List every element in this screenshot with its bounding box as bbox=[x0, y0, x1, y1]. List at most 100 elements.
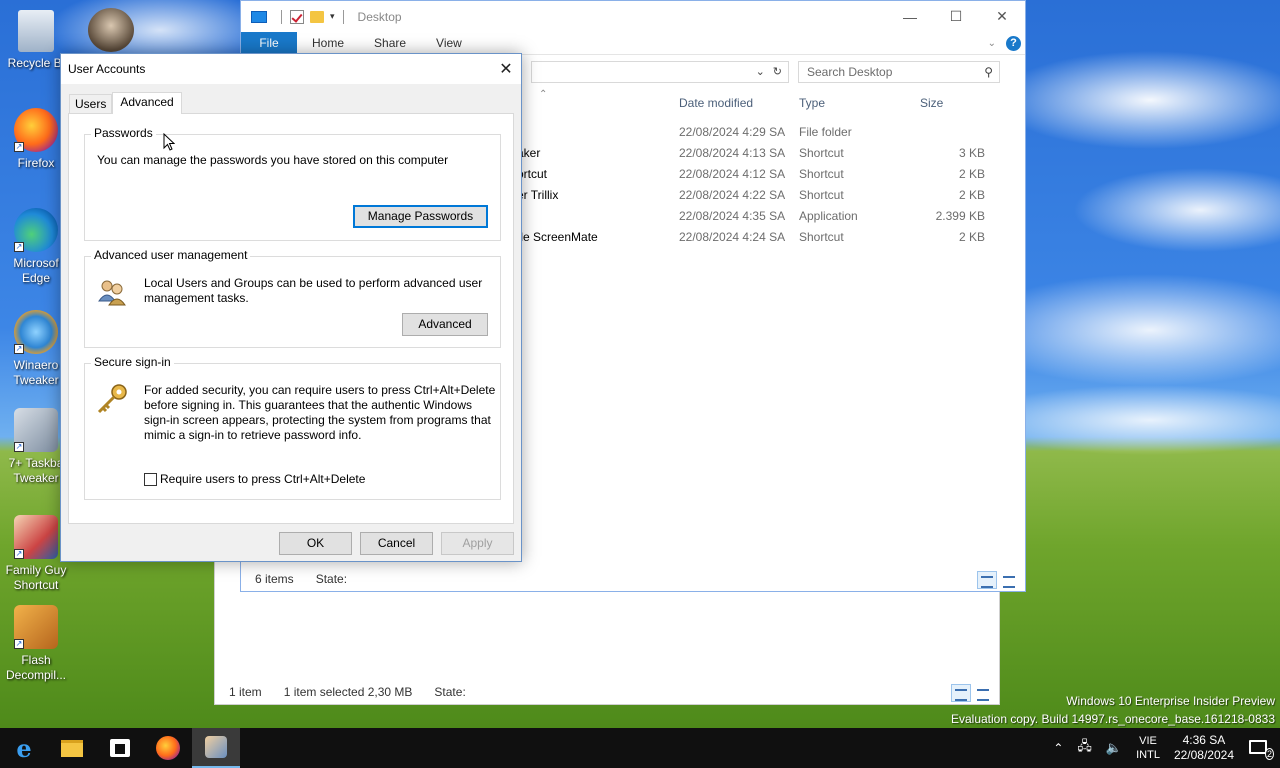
require-ctrl-alt-delete-label[interactable]: Require users to press Ctrl+Alt+Delete bbox=[160, 472, 365, 487]
desktop-icon-label: Family Guy Shortcut bbox=[5, 563, 67, 592]
advanced-button[interactable]: Advanced bbox=[402, 313, 488, 336]
clock[interactable]: 4:36 SA 22/08/2024 bbox=[1174, 733, 1234, 763]
view-toggle bbox=[951, 684, 993, 702]
clock-time: 4:36 SA bbox=[1182, 733, 1226, 747]
search-icon: ⚲ bbox=[984, 64, 993, 79]
desktop-icon-label: Flash Decompil... bbox=[5, 653, 67, 682]
close-icon[interactable]: ✕ bbox=[491, 54, 521, 84]
taskbar-user-accounts[interactable] bbox=[192, 728, 240, 768]
taskbar-edge[interactable]: e bbox=[0, 728, 48, 768]
key-icon bbox=[95, 382, 129, 416]
status-bar: 6 items State: bbox=[241, 567, 1025, 591]
explorer-titlebar[interactable]: ▾ Desktop — ☐ ✕ bbox=[241, 1, 1025, 32]
notification-count: 2 bbox=[1264, 748, 1274, 760]
column-date-modified[interactable]: Date modified bbox=[679, 96, 753, 110]
window-icon bbox=[251, 10, 267, 23]
search-input[interactable]: Search Desktop ⚲ bbox=[798, 60, 1000, 83]
large-icons-view-button[interactable] bbox=[999, 571, 1019, 589]
require-ctrl-alt-delete-checkbox[interactable] bbox=[144, 473, 157, 486]
watermark-line-1: Windows 10 Enterprise Insider Preview bbox=[1066, 694, 1275, 708]
advanced-user-management-text: Local Users and Groups can be used to pe… bbox=[144, 276, 483, 305]
minimize-button[interactable]: — bbox=[887, 1, 933, 32]
apply-button[interactable]: Apply bbox=[441, 532, 514, 555]
clock-date: 22/08/2024 bbox=[1173, 748, 1234, 762]
tab-file[interactable]: File bbox=[241, 32, 297, 54]
secure-sign-in-text: For added security, you can require user… bbox=[144, 383, 496, 442]
taskbar-firefox[interactable] bbox=[144, 728, 192, 768]
advanced-user-management-legend: Advanced user management bbox=[91, 248, 251, 262]
window-title: Desktop bbox=[357, 9, 402, 24]
family-guy-icon: ↗ bbox=[14, 515, 58, 559]
column-size[interactable]: Size bbox=[920, 96, 943, 110]
selection-info: 1 item selected 2,30 MB bbox=[283, 685, 413, 699]
divider bbox=[281, 9, 282, 24]
action-center-button[interactable]: 2 bbox=[1248, 738, 1274, 760]
flash-decompiler-icon: ↗ bbox=[14, 605, 58, 649]
chevron-up-icon[interactable]: ⌃ bbox=[1053, 741, 1063, 755]
manage-passwords-button[interactable]: Manage Passwords bbox=[353, 205, 488, 228]
details-view-button[interactable] bbox=[977, 571, 997, 589]
firefox-icon: ↗ bbox=[14, 108, 58, 152]
desktop-icon-flash-decompiler[interactable]: ↗ Flash Decompil... bbox=[0, 605, 72, 683]
store-icon bbox=[110, 739, 130, 757]
refresh-icon[interactable]: ↻ bbox=[773, 65, 782, 78]
tab-home[interactable]: Home bbox=[297, 32, 359, 54]
language-day: VIE bbox=[1139, 735, 1157, 747]
chevron-down-icon[interactable]: ▾ bbox=[330, 11, 335, 22]
recycle-bin-icon bbox=[18, 10, 54, 52]
taskbar-store[interactable] bbox=[96, 728, 144, 768]
search-placeholder: Search Desktop bbox=[807, 64, 893, 79]
tab-share[interactable]: Share bbox=[359, 32, 421, 54]
dialog-titlebar[interactable]: User Accounts ✕ bbox=[61, 54, 521, 84]
advanced-tab-panel: Passwords You can manage the passwords y… bbox=[68, 113, 514, 524]
expand-ribbon-icon[interactable]: ⌄ bbox=[988, 38, 996, 49]
dialog-tabs: Users Advanced bbox=[69, 92, 182, 114]
user-accounts-icon bbox=[205, 736, 227, 758]
users-group-icon bbox=[97, 277, 127, 307]
secure-sign-in-legend: Secure sign-in bbox=[91, 355, 174, 369]
properties-icon[interactable] bbox=[290, 9, 304, 24]
tab-view[interactable]: View bbox=[421, 32, 477, 54]
edge-icon: ↗ bbox=[14, 208, 58, 252]
view-toggle bbox=[977, 571, 1019, 589]
system-tray: ⌃ 🖧 🔈 VIE INTL 4:36 SA 22/08/2024 2 bbox=[1053, 733, 1280, 763]
state-label: State: bbox=[315, 572, 348, 586]
column-type[interactable]: Type bbox=[799, 96, 825, 110]
secure-sign-in-group: Secure sign-in For added security, you c… bbox=[84, 355, 501, 500]
language-indicator[interactable]: VIE INTL bbox=[1136, 734, 1160, 762]
volume-muted-icon[interactable]: 🔈 bbox=[1106, 740, 1122, 756]
address-bar[interactable]: ⌄ ↻ bbox=[531, 60, 789, 83]
item-count: 6 items bbox=[255, 572, 294, 586]
tab-users[interactable]: Users bbox=[69, 94, 113, 114]
chevron-down-icon[interactable]: ⌄ bbox=[756, 65, 765, 78]
taskbar-file-explorer[interactable] bbox=[48, 728, 96, 768]
cancel-button[interactable]: Cancel bbox=[360, 532, 433, 555]
maximize-button[interactable]: ☐ bbox=[933, 1, 979, 32]
winaero-tweaker-icon: ↗ bbox=[14, 310, 58, 354]
advanced-user-management-group: Advanced user management Local Users and… bbox=[84, 248, 501, 348]
folder-icon bbox=[61, 739, 83, 757]
status-bar: 1 item 1 item selected 2,30 MB State: bbox=[215, 680, 999, 704]
passwords-group: Passwords You can manage the passwords y… bbox=[84, 126, 501, 241]
new-folder-icon[interactable] bbox=[310, 10, 324, 23]
tab-advanced[interactable]: Advanced bbox=[112, 92, 182, 114]
edge-icon: e bbox=[16, 733, 32, 763]
network-icon[interactable]: 🖧 bbox=[1077, 737, 1092, 759]
state-label: State: bbox=[434, 685, 466, 699]
details-view-button[interactable] bbox=[951, 684, 971, 702]
watermark-line-2: Evaluation copy. Build 14997.rs_onecore_… bbox=[950, 712, 1275, 726]
divider bbox=[342, 9, 344, 24]
user-accounts-dialog[interactable]: User Accounts ✕ Users Advanced Passwords… bbox=[60, 53, 522, 562]
passwords-legend: Passwords bbox=[91, 126, 156, 140]
item-count: 1 item bbox=[229, 685, 262, 699]
passwords-text: You can manage the passwords you have st… bbox=[97, 153, 449, 167]
language-layout: INTL bbox=[1136, 749, 1160, 761]
dialog-title: User Accounts bbox=[68, 62, 146, 76]
close-button[interactable]: ✕ bbox=[979, 1, 1025, 32]
avatar-icon[interactable] bbox=[88, 8, 134, 52]
ok-button[interactable]: OK bbox=[279, 532, 352, 555]
large-icons-view-button[interactable] bbox=[973, 684, 993, 702]
taskbar-tweaker-icon: ↗ bbox=[14, 408, 58, 452]
help-icon[interactable]: ? bbox=[1006, 35, 1021, 51]
mouse-cursor bbox=[163, 132, 176, 151]
